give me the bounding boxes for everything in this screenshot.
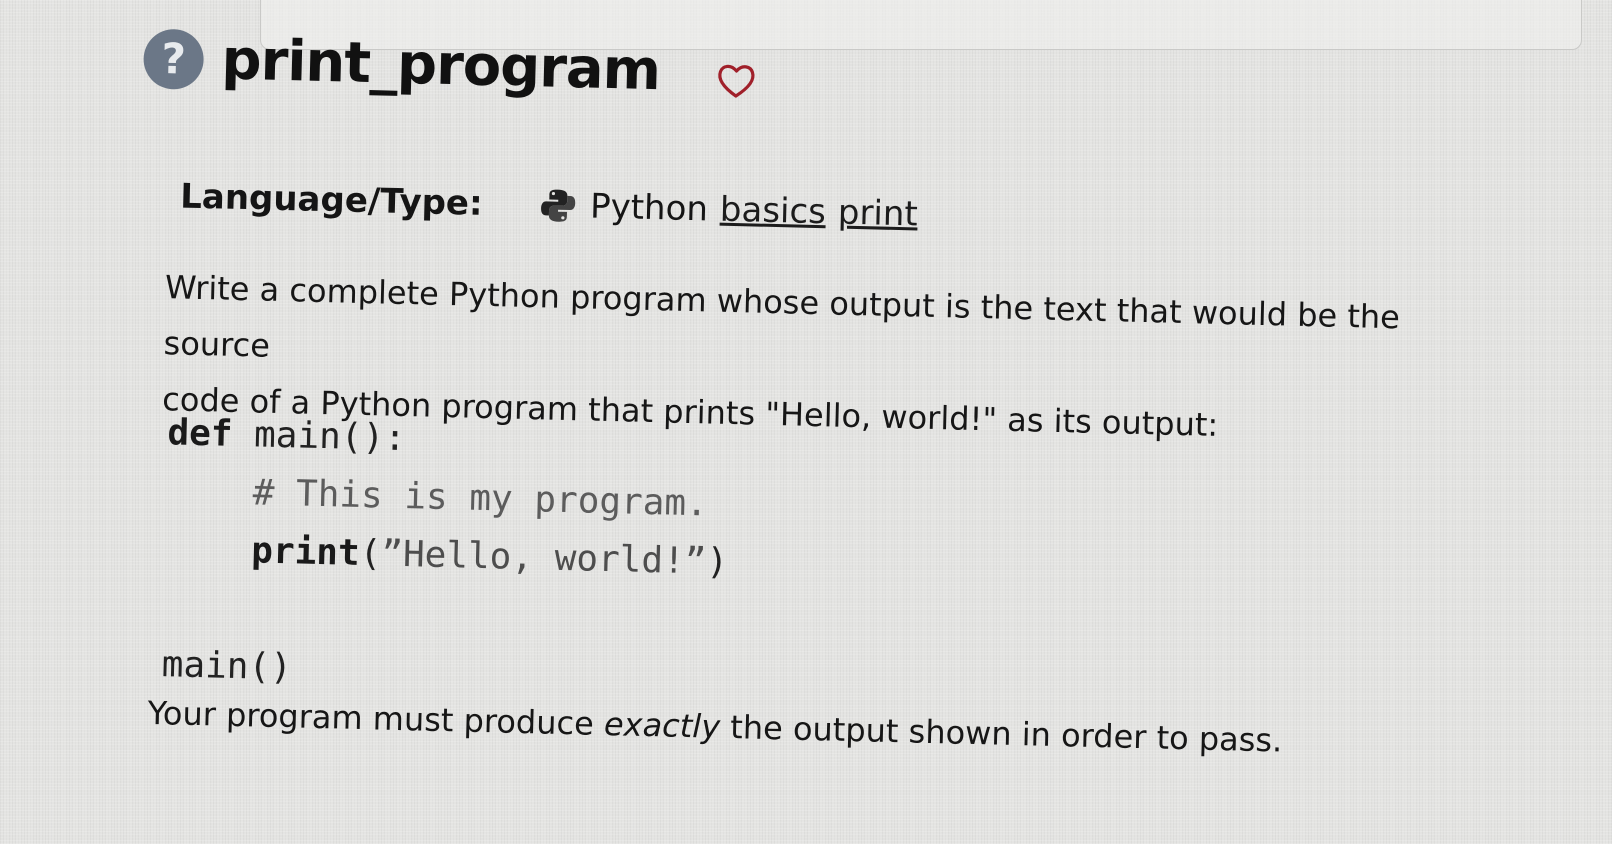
help-icon[interactable]: ? xyxy=(142,28,205,90)
language-type-row: Language/Type: Python basics print xyxy=(180,176,930,234)
outro-after: the output shown in order to pass. xyxy=(719,707,1283,760)
language-type-label: Language/Type: xyxy=(179,176,484,224)
code-comment: # This is my program. xyxy=(252,472,709,525)
language-name: Python xyxy=(589,186,709,230)
code-paren-close: ) xyxy=(705,541,729,583)
python-logo-icon xyxy=(541,189,576,222)
code-main-call: main() xyxy=(161,644,293,689)
outro-emphasis: exactly xyxy=(603,704,721,746)
problem-header: ? print_program xyxy=(142,26,758,106)
code-string: ”Hello, world!” xyxy=(380,533,707,583)
help-icon-glyph: ? xyxy=(160,33,187,84)
code-keyword-def: def xyxy=(166,412,233,455)
code-paren-open: ( xyxy=(359,532,382,575)
problem-page: ? print_program Language/Type: Python ba… xyxy=(0,0,1612,844)
code-sample: def main(): # This is my program. print(… xyxy=(161,404,731,708)
code-print-call: print xyxy=(250,530,361,574)
code-def-rest: main(): xyxy=(231,413,407,460)
heart-outline-icon[interactable] xyxy=(714,61,757,100)
tag-link-basics[interactable]: basics xyxy=(719,190,826,233)
problem-title: print_program xyxy=(220,27,661,104)
tag-link-print[interactable]: print xyxy=(837,193,918,235)
